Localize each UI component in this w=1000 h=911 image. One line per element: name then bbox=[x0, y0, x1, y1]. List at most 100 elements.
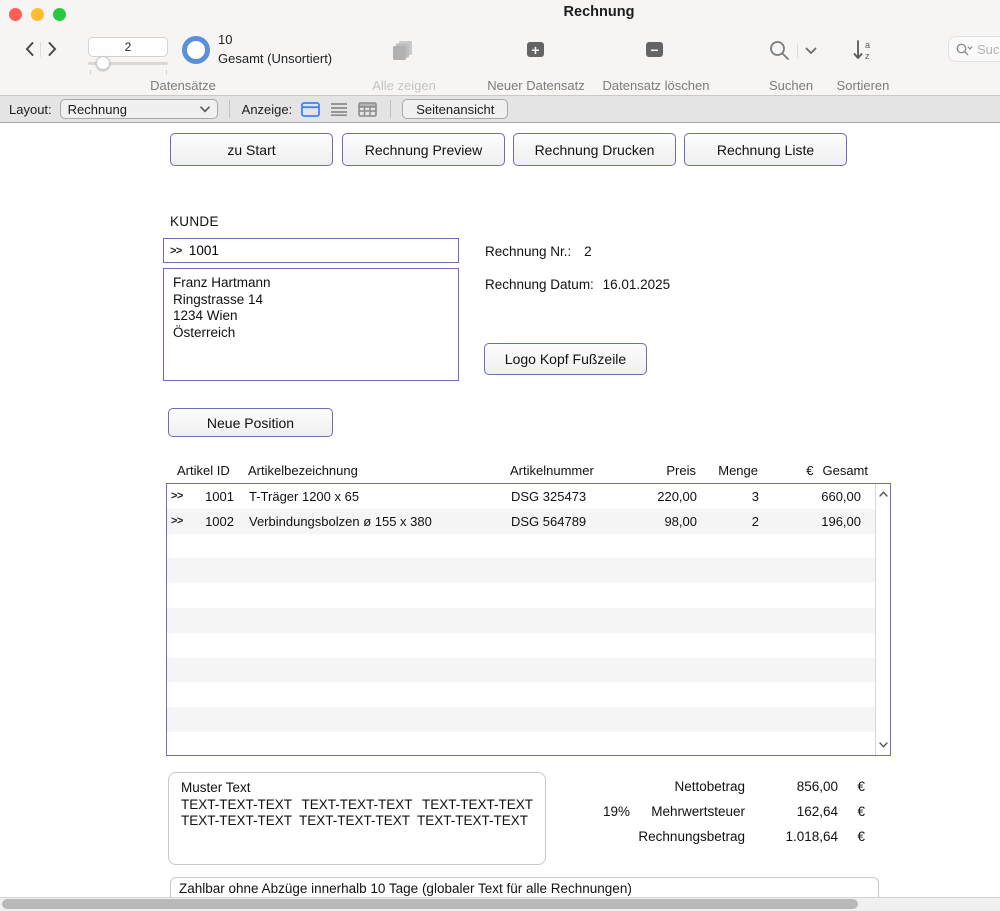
found-set-label: Gesamt (Unsortiert) bbox=[218, 51, 332, 66]
chevron-left-icon bbox=[24, 41, 35, 57]
column-header-gesamt: €Gesamt bbox=[778, 463, 874, 478]
new-record-button[interactable]: Neuer Datensatz bbox=[487, 78, 585, 93]
portal-row-empty bbox=[167, 732, 875, 755]
payment-terms-text: Zahlbar ohne Abzüge innerhalb 10 Tage (g… bbox=[179, 881, 632, 896]
scroll-up-icon[interactable] bbox=[876, 487, 890, 501]
portal-row[interactable]: >>1002Verbindungsbolzen ø 155 x 380DSG 5… bbox=[167, 509, 875, 534]
window-title: Rechnung bbox=[564, 4, 635, 20]
customer-section-label: KUNDE bbox=[170, 214, 219, 229]
total-amount-label: Rechnungsbetrag bbox=[630, 824, 745, 849]
address-line: Österreich bbox=[173, 325, 458, 342]
invoice-date-value: 16.01.2025 bbox=[603, 277, 671, 292]
currency-symbol: € bbox=[838, 774, 865, 799]
window-toolbar: Rechnung 2 10 Gesamt (Unsortiert) Datens… bbox=[0, 0, 1000, 95]
layout-select[interactable]: Rechnung bbox=[60, 99, 218, 119]
view-mode-label: Anzeige: bbox=[242, 102, 293, 117]
layout-select-value: Rechnung bbox=[68, 102, 127, 117]
chevron-right-icon bbox=[47, 41, 58, 57]
zoom-window-button[interactable] bbox=[53, 8, 66, 21]
cell-artikelnummer: DSG 564789 bbox=[509, 514, 649, 529]
totals-block: Nettobetrag 856,00 € 19% Mehrwertsteuer … bbox=[560, 774, 865, 849]
go-start-button[interactable]: zu Start bbox=[170, 133, 333, 166]
cell-preis: 98,00 bbox=[649, 514, 705, 529]
vat-rate-value: 19% bbox=[560, 799, 630, 824]
invoice-number-value: 2 bbox=[584, 244, 592, 259]
current-record-input[interactable]: 2 bbox=[88, 37, 168, 57]
portal-row-empty bbox=[167, 658, 875, 683]
positions-portal-rows: >>1001T-Träger 1200 x 65DSG 325473220,00… bbox=[167, 484, 875, 755]
logo-header-footer-button[interactable]: Logo Kopf Fußzeile bbox=[484, 343, 647, 375]
find-button[interactable]: Suchen bbox=[769, 78, 813, 93]
customer-id-value: 1001 bbox=[189, 243, 219, 258]
list-view-icon[interactable] bbox=[330, 102, 348, 116]
cell-marker: >> bbox=[167, 490, 193, 502]
goto-customer-marker[interactable]: >> bbox=[170, 245, 182, 257]
cell-marker: >> bbox=[167, 515, 193, 527]
total-amount-value: 1.018,64 bbox=[745, 824, 838, 849]
customer-address-field[interactable]: Franz Hartmann Ringstrasse 14 1234 Wien … bbox=[163, 268, 459, 381]
quick-search-input[interactable]: Suchen bbox=[948, 36, 1000, 62]
invoice-preview-button[interactable]: Rechnung Preview bbox=[342, 133, 505, 166]
positions-portal: >>1001T-Träger 1200 x 65DSG 325473220,00… bbox=[166, 483, 891, 756]
cell-gesamt: 196,00 bbox=[779, 514, 875, 529]
scroll-down-icon[interactable] bbox=[876, 738, 890, 752]
table-view-icon[interactable] bbox=[358, 102, 377, 117]
invoice-date-label: Rechnung Datum: bbox=[485, 277, 594, 292]
currency-symbol: € bbox=[838, 824, 865, 849]
divider bbox=[797, 43, 798, 58]
cell-bezeichnung: Verbindungsbolzen ø 155 x 380 bbox=[239, 514, 509, 529]
portal-row[interactable]: >>1001T-Träger 1200 x 65DSG 325473220,00… bbox=[167, 484, 875, 509]
portal-scrollbar[interactable] bbox=[875, 484, 889, 755]
column-header-menge: Menge bbox=[704, 463, 778, 478]
show-all-button: Alle zeigen bbox=[372, 78, 436, 93]
search-icon[interactable] bbox=[769, 40, 790, 61]
form-view-icon[interactable] bbox=[301, 102, 320, 117]
invoice-print-button[interactable]: Rechnung Drucken bbox=[513, 133, 676, 166]
horizontal-scrollbar-thumb[interactable] bbox=[2, 899, 858, 909]
divider bbox=[229, 100, 230, 118]
cell-artikelnummer: DSG 325473 bbox=[509, 489, 649, 504]
chevron-down-icon bbox=[200, 106, 210, 113]
address-line: 1234 Wien bbox=[173, 308, 458, 325]
record-slider-thumb[interactable] bbox=[96, 56, 110, 70]
close-window-button[interactable] bbox=[9, 8, 22, 21]
found-set-pie-icon[interactable] bbox=[182, 36, 210, 64]
find-dropdown-chevron-icon[interactable] bbox=[805, 47, 817, 55]
sort-button[interactable]: Sortieren bbox=[837, 78, 890, 93]
portal-row-empty bbox=[167, 608, 875, 633]
note-title: Muster Text bbox=[181, 780, 533, 797]
delete-record-button[interactable]: Datensatz löschen bbox=[603, 78, 710, 93]
cell-bezeichnung: T-Träger 1200 x 65 bbox=[239, 489, 509, 504]
positions-header-row: Artikel ID Artikelbezeichnung Artikelnum… bbox=[166, 460, 874, 480]
payment-terms-field[interactable]: Zahlbar ohne Abzüge innerhalb 10 Tage (g… bbox=[170, 877, 879, 899]
new-position-button[interactable]: Neue Position bbox=[168, 408, 333, 437]
vat-amount-value: 162,64 bbox=[745, 799, 838, 824]
portal-row-empty bbox=[167, 682, 875, 707]
column-header-artikelnummer: Artikelnummer bbox=[508, 463, 648, 478]
net-amount-value: 856,00 bbox=[745, 774, 838, 799]
invoice-note-field[interactable]: Muster Text TEXT-TEXT-TEXT TEXT-TEXT-TEX… bbox=[168, 772, 546, 865]
customer-id-field[interactable]: >> 1001 bbox=[163, 238, 459, 263]
layout-label: Layout: bbox=[9, 102, 52, 117]
next-record-button[interactable] bbox=[41, 37, 63, 61]
currency-symbol: € bbox=[806, 463, 813, 478]
layout-bar: Layout: Rechnung Anzeige: Seitenansicht bbox=[0, 95, 1000, 123]
invoice-number-label: Rechnung Nr.: bbox=[485, 244, 571, 259]
minimize-window-button[interactable] bbox=[31, 8, 44, 21]
total-record-count: 10 bbox=[218, 32, 232, 47]
column-header-artikel-id: Artikel ID bbox=[166, 463, 238, 478]
new-record-icon[interactable]: + bbox=[527, 42, 544, 57]
preview-mode-button[interactable]: Seitenansicht bbox=[402, 99, 508, 119]
cell-artikel-id: 1001 bbox=[193, 489, 239, 504]
portal-row-empty bbox=[167, 633, 875, 658]
sort-icon[interactable]: a z bbox=[852, 39, 874, 63]
portal-row-empty bbox=[167, 558, 875, 583]
svg-text:a: a bbox=[865, 40, 870, 50]
quick-search-placeholder: Suchen bbox=[977, 42, 1000, 57]
previous-record-button[interactable] bbox=[18, 37, 40, 61]
invoice-list-button[interactable]: Rechnung Liste bbox=[684, 133, 847, 166]
delete-record-icon[interactable]: − bbox=[646, 42, 663, 57]
vat-label: Mehrwertsteuer bbox=[630, 799, 745, 824]
svg-text:z: z bbox=[865, 51, 870, 61]
cell-artikel-id: 1002 bbox=[193, 514, 239, 529]
